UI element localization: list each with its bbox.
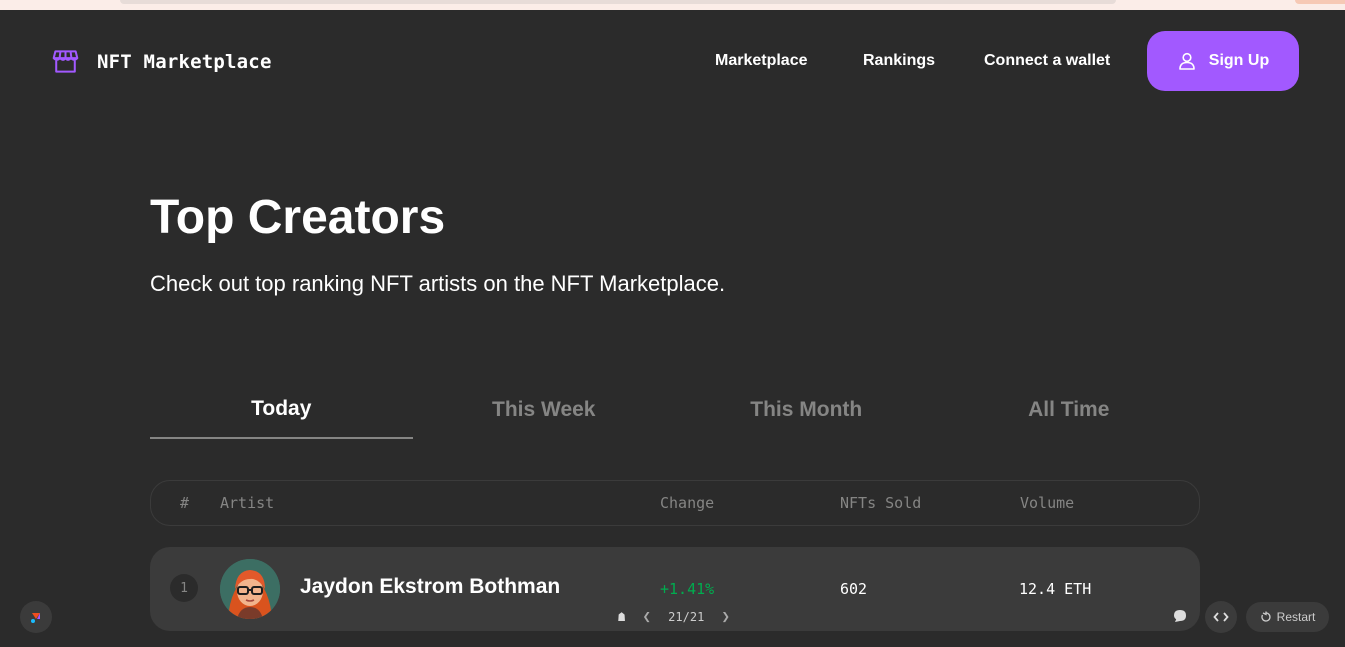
browser-address-bar-edge bbox=[120, 0, 1116, 4]
artist-avatar-image bbox=[220, 559, 280, 619]
column-nfts-sold: NFTs Sold bbox=[840, 494, 922, 512]
table-header: # Artist Change NFTs Sold Volume bbox=[150, 480, 1200, 526]
restart-button[interactable]: Restart bbox=[1246, 602, 1329, 632]
user-icon bbox=[1178, 52, 1195, 70]
app-logo-icon bbox=[31, 613, 40, 623]
time-range-tabs: Today This Week This Month All Time bbox=[150, 380, 1200, 440]
restart-label: Restart bbox=[1276, 610, 1316, 624]
column-change: Change bbox=[660, 494, 715, 512]
nav-link-marketplace[interactable]: Marketplace bbox=[715, 52, 808, 70]
code-icon bbox=[1213, 612, 1229, 622]
page-title: Top Creators bbox=[150, 191, 446, 244]
restart-icon bbox=[1261, 611, 1271, 622]
rank-badge: 1 bbox=[170, 574, 198, 602]
slide-pager: ☗ ❮ 21/21 ❯ bbox=[604, 603, 744, 631]
nav-link-connect-wallet[interactable]: Connect a wallet bbox=[984, 52, 1110, 70]
column-rank: # bbox=[180, 494, 190, 512]
navbar: NFT Marketplace Marketplace Rankings Con… bbox=[0, 10, 1345, 110]
artist-name: Jaydon Ekstrom Bothman bbox=[300, 575, 561, 598]
tab-this-month[interactable]: This Month bbox=[675, 380, 938, 439]
chevron-right-icon[interactable]: ❯ bbox=[722, 609, 730, 625]
tab-all-time[interactable]: All Time bbox=[938, 380, 1201, 439]
nfts-sold-value: 602 bbox=[840, 580, 868, 598]
sign-up-button[interactable]: Sign Up bbox=[1147, 31, 1299, 91]
change-value: +1.41% bbox=[660, 580, 715, 598]
nav-link-rankings[interactable]: Rankings bbox=[863, 52, 935, 70]
column-artist: Artist bbox=[220, 494, 275, 512]
home-icon[interactable]: ☗ bbox=[618, 610, 625, 624]
tab-today[interactable]: Today bbox=[150, 380, 413, 439]
pager-count: 21/21 bbox=[668, 610, 705, 624]
chevron-left-icon[interactable]: ❮ bbox=[642, 609, 650, 625]
browser-corner-edge bbox=[1295, 0, 1345, 4]
code-button[interactable] bbox=[1205, 601, 1237, 633]
volume-value: 12.4 ETH bbox=[1019, 580, 1092, 598]
browser-top-strip bbox=[0, 0, 1345, 10]
tab-this-week[interactable]: This Week bbox=[413, 380, 676, 439]
column-volume: Volume bbox=[1020, 494, 1075, 512]
app-logo-button[interactable] bbox=[20, 601, 52, 633]
brand-name: NFT Marketplace bbox=[97, 50, 272, 73]
avatar bbox=[220, 559, 280, 619]
storefront-icon bbox=[52, 50, 79, 73]
sign-up-label: Sign Up bbox=[1208, 52, 1270, 69]
page-subtitle: Check out top ranking NFT artists on the… bbox=[150, 271, 726, 296]
brand-logo[interactable]: NFT Marketplace bbox=[52, 48, 272, 75]
chat-icon[interactable] bbox=[1172, 608, 1188, 624]
